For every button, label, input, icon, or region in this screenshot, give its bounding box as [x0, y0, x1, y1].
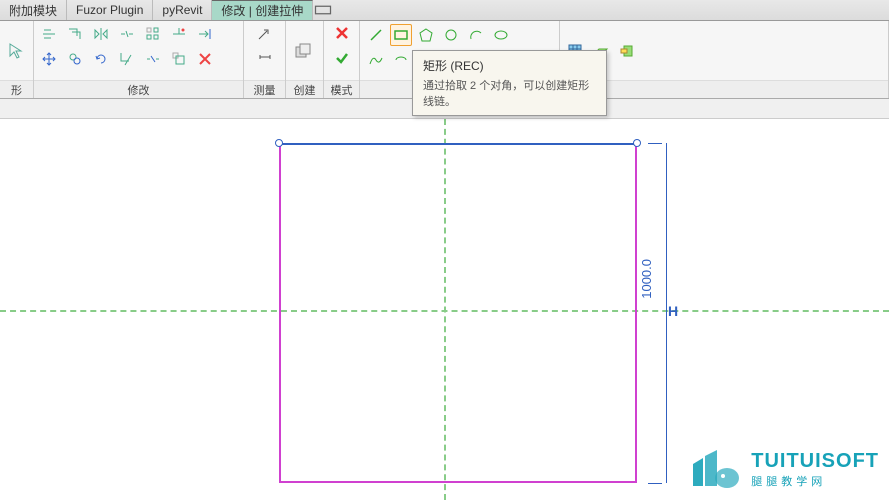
partial-ellipse-icon — [393, 52, 409, 68]
tab-panel-toggle[interactable] — [313, 0, 333, 20]
move-icon — [41, 51, 57, 67]
delete-button[interactable] — [194, 48, 216, 70]
endpoint-2[interactable] — [633, 139, 641, 147]
splitgap-icon — [145, 51, 161, 67]
dimension-button[interactable] — [254, 22, 276, 44]
trim2-button[interactable] — [116, 48, 138, 70]
partial-ellipse-button[interactable] — [390, 49, 412, 71]
spline-icon — [368, 52, 384, 68]
watermark: TUITUISOFT 腿腿教学网 — [685, 446, 879, 492]
corner-icon — [119, 51, 135, 67]
extend-button[interactable] — [194, 23, 216, 45]
circle-button[interactable] — [440, 24, 462, 46]
modify-button[interactable] — [4, 38, 29, 64]
copy-button[interactable] — [64, 48, 86, 70]
create-icon — [293, 41, 313, 61]
rectangle-tooltip: 矩形 (REC) 通过拾取 2 个对角，可以创建矩形线链。 — [412, 50, 607, 116]
offset-button[interactable] — [64, 23, 86, 45]
tooltip-title: 矩形 (REC) — [423, 57, 596, 74]
group-modify-label: 修改 — [34, 80, 243, 98]
group-mode-label: 模式 — [324, 80, 359, 98]
viewer-button[interactable] — [616, 40, 638, 62]
group-create-label: 创建 — [286, 80, 323, 98]
polygon-button[interactable] — [415, 24, 437, 46]
cancel-icon — [334, 25, 350, 41]
group-shape: 形 — [0, 21, 34, 98]
dimension-value[interactable]: 1000.0 — [639, 259, 654, 299]
group-misc-label — [560, 80, 888, 98]
mirror-button[interactable] — [90, 23, 112, 45]
tab-addons[interactable]: 附加模块 — [0, 0, 67, 20]
tab-modify-extrusion[interactable]: 修改 | 创建拉伸 — [212, 0, 313, 20]
measure-button[interactable] — [254, 46, 276, 68]
arc-button[interactable] — [465, 24, 487, 46]
move-button[interactable] — [38, 48, 60, 70]
group-mode: 模式 — [324, 21, 360, 98]
split-icon — [119, 26, 135, 42]
group-modify: 修改 — [34, 21, 244, 98]
arc-icon — [468, 27, 484, 43]
rectangle-button[interactable] — [390, 24, 412, 46]
rectangle-icon — [393, 27, 409, 43]
extend-icon — [197, 26, 213, 42]
watermark-title: TUITUISOFT — [751, 450, 879, 473]
group-shape-label: 形 — [0, 80, 33, 98]
group-measure: 测量 — [244, 21, 286, 98]
circle-icon — [443, 27, 459, 43]
watermark-subtitle: 腿腿教学网 — [751, 473, 879, 489]
ellipse-button[interactable] — [490, 24, 512, 46]
line-button[interactable] — [365, 24, 387, 46]
endpoint-1[interactable] — [275, 139, 283, 147]
scale-icon — [171, 51, 187, 67]
group-misc — [560, 21, 889, 98]
rotate-icon — [93, 51, 109, 67]
cancel-button[interactable] — [331, 22, 353, 44]
panel-toggle-icon — [313, 0, 333, 20]
cursor-icon — [7, 41, 27, 61]
rotate-button[interactable] — [90, 48, 112, 70]
tab-fuzor[interactable]: Fuzor Plugin — [67, 0, 153, 20]
watermark-logo — [685, 446, 743, 492]
dim-tick-top — [648, 143, 662, 144]
trim-button[interactable] — [168, 23, 190, 45]
dimension-icon — [257, 25, 273, 41]
offset-icon — [67, 26, 83, 42]
copy-icon — [67, 51, 83, 67]
group-measure-label: 测量 — [244, 80, 285, 98]
scale-button[interactable] — [168, 48, 190, 70]
array-button[interactable] — [142, 23, 164, 45]
spline-button[interactable] — [365, 49, 387, 71]
create-button[interactable] — [290, 38, 316, 64]
tab-bar: 附加模块 Fuzor Plugin pyRevit 修改 | 创建拉伸 — [0, 0, 889, 21]
finish-button[interactable] — [331, 47, 353, 69]
group-create: 创建 — [286, 21, 324, 98]
viewer-icon — [619, 43, 635, 59]
tab-pyrevit[interactable]: pyRevit — [153, 0, 212, 20]
dim-tick-bottom — [648, 483, 662, 484]
measure-icon — [257, 49, 273, 65]
polygon-icon — [418, 27, 434, 43]
align-button[interactable] — [38, 23, 60, 45]
trim-icon — [171, 26, 187, 42]
drawing-canvas[interactable]: 1000.0 H TUITUISOFT 腿腿教学网 — [0, 99, 889, 500]
split2-button[interactable] — [142, 48, 164, 70]
tooltip-body: 通过拾取 2 个对角，可以创建矩形线链。 — [423, 77, 596, 109]
sketch-rectangle[interactable] — [279, 143, 637, 483]
align-icon — [41, 26, 57, 42]
delete-icon — [197, 51, 213, 67]
line-icon — [368, 27, 384, 43]
finish-icon — [334, 50, 350, 66]
mirror-icon — [93, 26, 109, 42]
array-icon — [145, 26, 161, 42]
dimension-handle[interactable]: H — [668, 303, 678, 319]
split-button[interactable] — [116, 23, 138, 45]
ellipse-icon — [493, 27, 509, 43]
